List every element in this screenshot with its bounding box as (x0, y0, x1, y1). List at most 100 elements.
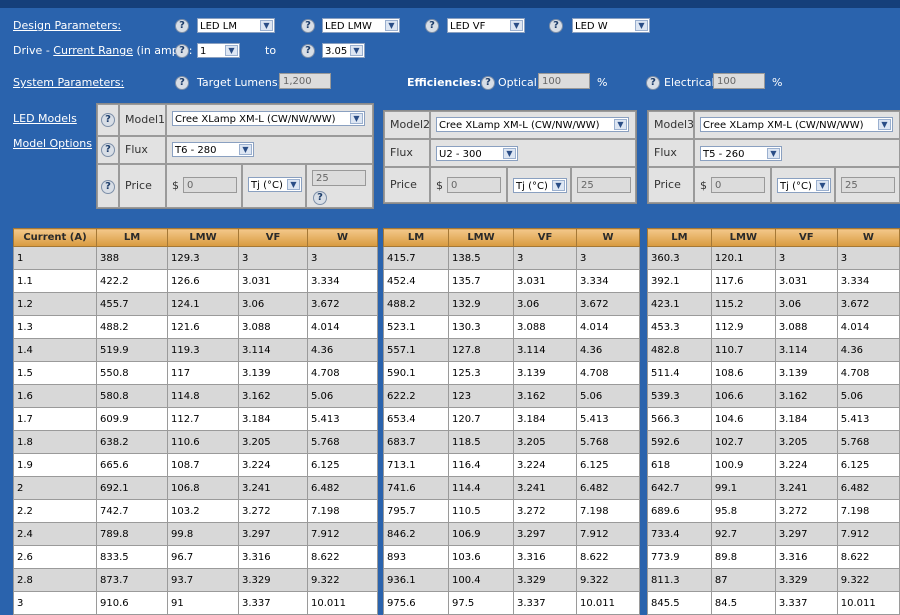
lmw-cell: 114.4 (448, 476, 514, 500)
model3-led-select[interactable]: Cree XLamp XM-L (CW/NW/WW) ▼ (700, 117, 893, 132)
column-header[interactable]: LM (96, 228, 168, 247)
question-help-icon[interactable]: ? (550, 20, 562, 32)
column-header[interactable]: W (836, 228, 900, 247)
chevron-down-icon: ▼ (225, 45, 238, 56)
vf-cell: 3.316 (513, 545, 577, 569)
column-header[interactable]: LMW (710, 228, 776, 247)
column-header[interactable]: VF (513, 228, 577, 247)
vf-cell: 3.272 (774, 499, 838, 523)
design-select-2[interactable]: LED LMW ▼ (322, 18, 400, 33)
question-help-icon[interactable]: ? (314, 192, 326, 204)
model2-led-select[interactable]: Cree XLamp XM-L (CW/NW/WW) ▼ (436, 117, 629, 132)
question-help-icon[interactable]: ? (302, 20, 314, 32)
model3-name: Model3 (648, 111, 694, 139)
w-cell: 6.125 (307, 453, 378, 477)
led-models-link[interactable]: LED Models (13, 112, 77, 125)
model2-flux-select[interactable]: U2 - 300 ▼ (436, 146, 518, 161)
table-row: 811.3 87 3.329 9.322 (647, 568, 900, 592)
lm-cell: 689.6 (647, 499, 712, 523)
model3-temp-field[interactable]: 25 (841, 177, 895, 193)
vf-cell: 3.114 (238, 338, 308, 362)
model2-price-field[interactable]: 0 (447, 177, 501, 193)
table-row: 683.7 118.5 3.205 5.768 (383, 430, 640, 454)
w-cell: 8.622 (307, 545, 378, 569)
lm-cell: 795.7 (383, 499, 449, 523)
column-header[interactable]: VF (238, 228, 308, 247)
column-header[interactable]: Current (A) (13, 228, 97, 247)
column-header[interactable]: W (576, 228, 640, 247)
question-help-icon[interactable]: ? (426, 20, 438, 32)
system-parameters-link[interactable]: System Parameters: (13, 76, 124, 89)
model2-temp-unit-select[interactable]: Tj (°C) ▼ (513, 178, 567, 193)
question-help-icon[interactable]: ? (176, 45, 188, 57)
question-help-icon[interactable]: ? (647, 77, 659, 89)
question-help-icon[interactable]: ? (102, 114, 114, 126)
model-options-link[interactable]: Model Options (13, 137, 92, 150)
question-help-icon[interactable]: ? (176, 20, 188, 32)
model3-temp-unit-select[interactable]: Tj (°C) ▼ (777, 178, 831, 193)
lm-cell: 642.7 (647, 476, 712, 500)
table-row: 642.7 99.1 3.241 6.482 (647, 476, 900, 500)
vf-cell: 3.162 (238, 384, 308, 408)
current-cell: 1.1 (13, 269, 97, 293)
lmw-cell: 99.1 (710, 476, 776, 500)
table-row: 622.2 123 3.162 5.06 (383, 384, 640, 408)
lm-cell: 455.7 (96, 292, 168, 316)
current-from-select[interactable]: 1 ▼ (197, 43, 240, 58)
model3-price-field[interactable]: 0 (711, 177, 765, 193)
column-header[interactable]: VF (774, 228, 838, 247)
w-cell: 6.125 (576, 453, 640, 477)
table-header-row: Current (A) LM LMW VF W (13, 228, 378, 247)
currency-label: $ (700, 179, 707, 192)
column-header[interactable]: LM (647, 228, 712, 247)
column-header[interactable]: LM (383, 228, 449, 247)
question-help-icon[interactable]: ? (176, 77, 188, 89)
design-select-1[interactable]: LED LM ▼ (197, 18, 275, 33)
lm-cell: 519.9 (96, 338, 168, 362)
w-cell: 8.622 (836, 545, 900, 569)
model1-price-label: Price (119, 164, 166, 208)
lm-cell: 618 (647, 453, 712, 477)
lmw-cell: 89.8 (710, 545, 776, 569)
optical-field[interactable]: 100 (538, 73, 590, 89)
column-header[interactable]: LMW (167, 228, 239, 247)
model2-temp-field[interactable]: 25 (577, 177, 631, 193)
lmw-cell: 135.7 (448, 269, 514, 293)
question-help-icon[interactable]: ? (482, 77, 494, 89)
table-row: 845.5 84.5 3.337 10.011 (647, 591, 900, 615)
vf-cell: 3.329 (513, 568, 577, 592)
lm-cell: 609.9 (96, 407, 168, 431)
current-cell: 1.6 (13, 384, 97, 408)
table-row: 557.1 127.8 3.114 4.36 (383, 338, 640, 362)
w-cell: 7.912 (576, 522, 640, 546)
model1-temp-field[interactable]: 25 (312, 170, 366, 186)
lmw-cell: 87 (710, 568, 776, 592)
table-row: 415.7 138.5 3 3 (383, 246, 640, 270)
design-select-3[interactable]: LED VF ▼ (447, 18, 525, 33)
lmw-cell: 138.5 (448, 246, 514, 270)
column-header[interactable]: LMW (448, 228, 514, 247)
question-help-icon[interactable]: ? (102, 181, 114, 193)
model1-price-field[interactable]: 0 (183, 177, 237, 193)
column-header[interactable]: W (307, 228, 378, 247)
target-lumens-label: Target Lumens: (197, 76, 282, 89)
electrical-field[interactable]: 100 (713, 73, 765, 89)
vf-cell: 3.224 (238, 453, 308, 477)
question-help-icon[interactable]: ? (302, 45, 314, 57)
model3-flux-select[interactable]: T5 - 260 ▼ (700, 146, 782, 161)
lmw-cell: 108.6 (710, 361, 776, 385)
design-parameters-link[interactable]: Design Parameters: (13, 19, 121, 32)
model2-temp-cell: 25 (571, 167, 636, 203)
model1-led-select[interactable]: Cree XLamp XM-L (CW/NW/WW) ▼ (172, 111, 365, 126)
current-to-select[interactable]: 3.05 ▼ (322, 43, 365, 58)
current-range-link[interactable]: Current Range (53, 44, 133, 57)
model1-temp-unit-select[interactable]: Tj (°C) ▼ (248, 177, 302, 192)
model1-results-table: Current (A) LM LMW VF W 1 388 129.3 3 3 1.1 422.2 12… (13, 228, 378, 615)
target-lumens-field[interactable]: 1,200 (279, 73, 331, 89)
lm-cell: 665.6 (96, 453, 168, 477)
model1-flux-select[interactable]: T6 - 280 ▼ (172, 142, 254, 157)
chevron-down-icon: ▼ (350, 113, 363, 124)
question-help-icon[interactable]: ? (102, 144, 114, 156)
design-select-4[interactable]: LED W ▼ (572, 18, 650, 33)
lmw-cell: 102.7 (710, 430, 776, 454)
